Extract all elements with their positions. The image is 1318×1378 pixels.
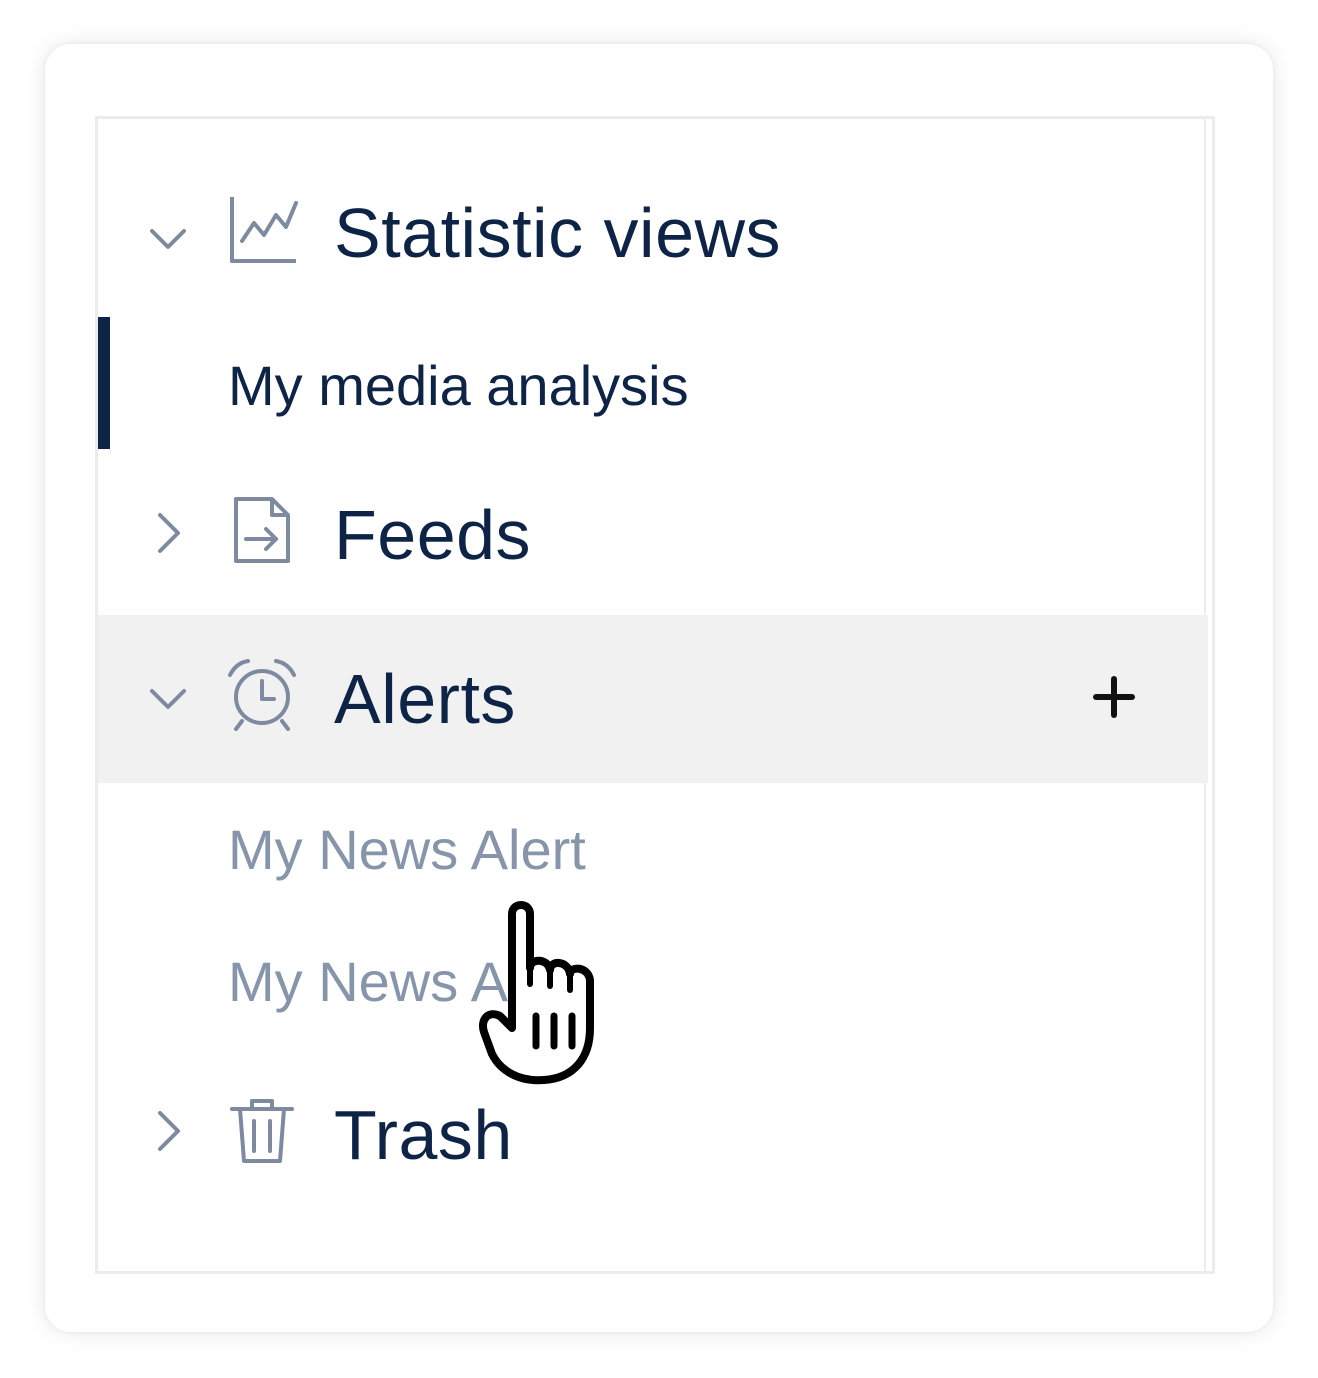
- section-label-feeds: Feeds: [334, 496, 532, 574]
- nav-item-label: My media analysis: [228, 354, 689, 417]
- alarm-clock-icon: [228, 659, 296, 731]
- nav-item-my-news-alert-1[interactable]: My News Alert: [98, 785, 1208, 915]
- chevron-down-icon[interactable]: [146, 677, 190, 721]
- section-trash[interactable]: Trash: [98, 1055, 1208, 1215]
- chevron-right-icon[interactable]: [146, 1109, 190, 1153]
- line-chart-icon: [230, 197, 298, 263]
- nav-item-my-news-alert-2[interactable]: My News Alert: [98, 917, 1208, 1047]
- section-statistic-views[interactable]: Statistic views: [98, 159, 1208, 319]
- chevron-right-icon[interactable]: [146, 511, 190, 555]
- section-alerts[interactable]: Alerts: [98, 615, 1208, 783]
- section-label-statistic-views: Statistic views: [334, 194, 782, 272]
- trash-icon: [230, 1099, 294, 1163]
- nav-item-my-media-analysis[interactable]: My media analysis: [98, 319, 1208, 449]
- navigation-panel: Statistic views My media analysis Feeds: [95, 116, 1215, 1274]
- nav-item-label: My News Alert: [228, 950, 586, 1013]
- nav-item-label: My News Alert: [228, 818, 586, 881]
- section-feeds[interactable]: Feeds: [98, 457, 1208, 617]
- add-alert-plus-icon[interactable]: [1092, 675, 1136, 719]
- file-import-icon: [234, 497, 290, 563]
- chevron-down-icon[interactable]: [146, 217, 190, 261]
- section-label-trash: Trash: [334, 1096, 513, 1174]
- section-label-alerts: Alerts: [334, 660, 516, 738]
